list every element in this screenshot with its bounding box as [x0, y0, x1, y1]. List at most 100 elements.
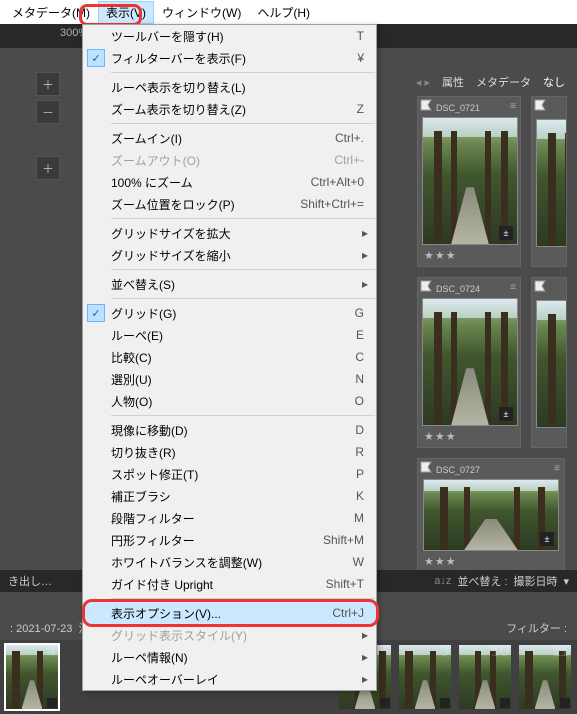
sort-label: 並べ替え : [457, 573, 507, 589]
tool-minus-icon[interactable]: － [36, 100, 60, 124]
submenu-arrow-icon: ▸ [362, 248, 370, 262]
flag-icon [420, 461, 432, 473]
menu-item-label: グリッドサイズを縮小 [111, 247, 362, 264]
view-dropdown: ツールバーを隠す(H)T✓フィルターバーを表示(F)¥ ルーペ表示を切り替え(L)… [82, 24, 377, 691]
submenu-arrow-icon: ▸ [362, 628, 370, 642]
menu-accelerator: P [356, 467, 370, 481]
thumb-image: ± [422, 298, 518, 426]
export-label[interactable]: き出し… [8, 573, 52, 589]
menu-accelerator: G [355, 306, 370, 320]
menu-item-label: 並べ替え(S) [111, 276, 362, 293]
chevron-down-icon[interactable]: ▾ [563, 575, 569, 588]
menu-accelerator: Ctrl+Alt+0 [311, 175, 370, 189]
tab-metadata[interactable]: メタデータ [476, 74, 531, 90]
menu-item[interactable]: ズーム位置をロック(P)Shift+Ctrl+= [83, 193, 376, 215]
flag-icon [420, 99, 432, 111]
menu-item[interactable]: ルーペ(E)E [83, 324, 376, 346]
menu-item[interactable]: 補正ブラシK [83, 485, 376, 507]
menu-item[interactable]: ガイド付き UprightShift+T [83, 573, 376, 595]
menu-item[interactable]: 円形フィルターShift+M [83, 529, 376, 551]
menu-item[interactable]: 段階フィルターM [83, 507, 376, 529]
menu-item[interactable]: グリッドサイズを縮小▸ [83, 244, 376, 266]
star-rating[interactable]: ★★★ [422, 245, 516, 262]
menu-accelerator: M [354, 511, 370, 525]
filmstrip-cell[interactable]: 9 [399, 645, 451, 709]
menu-separator [111, 123, 375, 124]
menu-item: ズームアウト(O)Ctrl+- [83, 149, 376, 171]
star-rating[interactable]: ★★★ [422, 426, 516, 443]
filmstrip-cell[interactable]: 10 [459, 645, 511, 709]
menu-item[interactable]: 表示オプション(V)...Ctrl+J [83, 602, 376, 624]
menu-item[interactable]: ✓ グリッド(G)G [83, 302, 376, 324]
menu-item[interactable]: ツールバーを隠す(H)T [83, 25, 376, 47]
thumb-cell[interactable]: ≡ DSC_0724 ± ★★★ [417, 277, 521, 448]
menu-view[interactable]: 表示(V) [98, 1, 154, 24]
menu-item-label: スポット修正(T) [111, 466, 356, 483]
thumb-cell[interactable]: ≡ DSC_0721 ± ★★★ [417, 96, 521, 267]
menu-metadata[interactable]: メタデータ(M) [4, 1, 98, 24]
menu-item[interactable]: 人物(O)O [83, 390, 376, 412]
menu-item[interactable]: ルーペ情報(N)▸ [83, 646, 376, 668]
menu-accelerator: Shift+M [323, 533, 370, 547]
menu-item-label: 選別(U) [111, 371, 355, 388]
thumb-cell-partial[interactable] [531, 96, 567, 267]
star-rating[interactable]: ★★★ [422, 551, 560, 568]
tool-plus-icon[interactable]: ＋ [36, 72, 60, 96]
filmstrip-cell[interactable]: 11 [519, 645, 571, 709]
menu-item[interactable]: 比較(C)C [83, 346, 376, 368]
menu-separator [111, 415, 375, 416]
menu-item[interactable]: ズームイン(I)Ctrl+. [83, 127, 376, 149]
menu-item-label: ガイド付き Upright [111, 576, 326, 593]
thumb-image: ± [423, 479, 559, 551]
menu-separator [111, 598, 375, 599]
thumb-cell-partial[interactable] [531, 277, 567, 448]
menu-accelerator: Shift+Ctrl+= [300, 197, 370, 211]
sort-arrows-icon[interactable]: a↓z [434, 575, 451, 587]
check-icon: ✓ [87, 304, 105, 322]
edit-badge-icon [500, 698, 510, 708]
menu-item-label: ルーペ表示を切り替え(L) [111, 79, 370, 96]
menu-help[interactable]: ヘルプ(H) [249, 1, 318, 24]
menu-item[interactable]: ホワイトバランスを調整(W)W [83, 551, 376, 573]
menu-item-label: グリッド(G) [111, 305, 355, 322]
menu-item[interactable]: ルーペ表示を切り替え(L) [83, 76, 376, 98]
tab-attributes[interactable]: 属性 [442, 74, 464, 90]
thumb-cell[interactable]: ≡ DSC_0727 ± ★★★ [417, 458, 565, 573]
tab-none[interactable]: なし [543, 74, 565, 90]
menu-window[interactable]: ウィンドウ(W) [154, 1, 249, 24]
menu-item[interactable]: ズーム表示を切り替え(Z)Z [83, 98, 376, 120]
menu-item[interactable]: 現像に移動(D)D [83, 419, 376, 441]
submenu-arrow-icon: ▸ [362, 672, 370, 686]
menu-item[interactable]: 選別(U)N [83, 368, 376, 390]
menu-item[interactable]: 100% にズームCtrl+Alt+0 [83, 171, 376, 193]
submenu-arrow-icon: ▸ [362, 650, 370, 664]
menu-item-label: 現像に移動(D) [111, 422, 355, 439]
filter-label[interactable]: フィルター : [506, 620, 567, 636]
thumb-image [536, 119, 567, 247]
menu-item-label: 人物(O) [111, 393, 355, 410]
cell-menu-icon[interactable]: ≡ [510, 101, 516, 112]
filter-chevrons-icon[interactable]: ◂ ▸ [416, 76, 430, 89]
menu-item[interactable]: ルーペオーバーレイ▸ [83, 668, 376, 690]
menu-item[interactable]: 切り抜き(R)R [83, 441, 376, 463]
edit-badge-icon [380, 698, 390, 708]
filmstrip-cell[interactable]: 4★★★ [6, 645, 58, 709]
menu-item-label: フィルターバーを表示(F) [111, 50, 357, 67]
menu-item[interactable]: スポット修正(T)P [83, 463, 376, 485]
cell-menu-icon[interactable]: ≡ [510, 282, 516, 293]
tool-zoom-in-icon[interactable]: ＋ [36, 156, 60, 180]
edit-badge-icon: ± [499, 226, 513, 240]
menu-accelerator: E [356, 328, 370, 342]
thumb-name: DSC_0721 [422, 101, 516, 117]
cell-menu-icon[interactable]: ≡ [554, 463, 560, 474]
menu-accelerator: N [355, 372, 370, 386]
menu-accelerator: Ctrl+. [335, 131, 370, 145]
edit-badge-icon [560, 698, 570, 708]
menu-item[interactable]: 並べ替え(S)▸ [83, 273, 376, 295]
menu-item[interactable]: ✓フィルターバーを表示(F)¥ [83, 47, 376, 69]
menu-item: グリッド表示スタイル(Y)▸ [83, 624, 376, 646]
sort-value[interactable]: 撮影日時 [513, 573, 557, 589]
menu-item[interactable]: グリッドサイズを拡大▸ [83, 222, 376, 244]
menu-accelerator: R [355, 445, 370, 459]
menu-item-label: ルーペ情報(N) [111, 649, 362, 666]
